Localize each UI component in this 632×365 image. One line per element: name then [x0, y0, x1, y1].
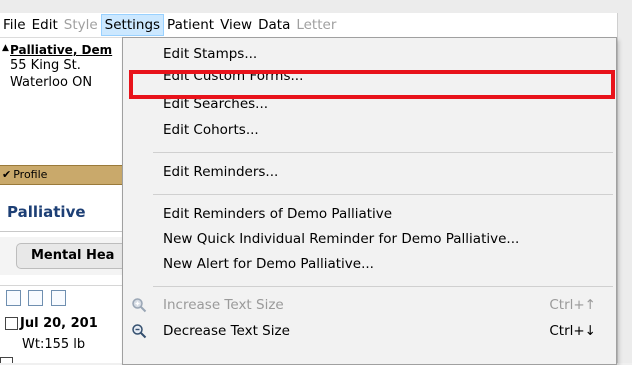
- zoom-in-icon: [132, 298, 147, 313]
- screenshot-background: File Edit Style Settings Patient View Da…: [0, 0, 632, 365]
- add-list-icon[interactable]: [28, 290, 43, 306]
- patient-name[interactable]: Palliative, Dem: [0, 43, 122, 57]
- menu-item-increase-text-size[interactable]: Increase Text Size Ctrl+↑: [123, 294, 616, 316]
- menu-item-decrease-text-size[interactable]: Decrease Text Size Ctrl+↓: [123, 320, 616, 342]
- menu-view[interactable]: View: [217, 14, 255, 36]
- menu-separator: [153, 194, 613, 195]
- patient-address-line2: Waterloo ON: [10, 75, 93, 90]
- row-checkbox[interactable]: [0, 357, 13, 363]
- menu-item-new-alert[interactable]: New Alert for Demo Palliative...: [123, 253, 616, 275]
- menu-item-edit-reminders-patient[interactable]: Edit Reminders of Demo Palliative: [123, 203, 616, 225]
- menu-file[interactable]: File: [0, 14, 29, 36]
- menu-patient[interactable]: Patient: [164, 14, 217, 36]
- menu-letter[interactable]: Letter: [293, 14, 339, 36]
- menu-separator: [153, 152, 613, 153]
- note-date: Jul 20, 201: [20, 316, 98, 331]
- menu-data[interactable]: Data: [255, 14, 293, 36]
- section-title: Palliative: [7, 203, 86, 221]
- zoom-out-icon: [132, 324, 147, 339]
- menu-item-edit-cohorts[interactable]: Edit Cohorts...: [123, 119, 616, 141]
- patient-address-line1: 55 King St.: [10, 58, 81, 73]
- checkmark-icon: ✔: [2, 168, 12, 181]
- menu-bar: File Edit Style Settings Patient View Da…: [0, 13, 617, 38]
- menu-item-new-quick-reminder[interactable]: New Quick Individual Reminder for Demo P…: [123, 228, 616, 250]
- menu-item-edit-reminders[interactable]: Edit Reminders...: [123, 161, 616, 183]
- menu-style[interactable]: Style: [61, 14, 101, 36]
- menu-separator: [153, 286, 613, 287]
- note-weight: Wt:155 lb: [22, 337, 86, 352]
- menu-edit[interactable]: Edit: [29, 14, 61, 36]
- patient-info: ▲ Palliative, Dem 55 King St. Waterloo O…: [0, 39, 122, 149]
- profile-label: Profile: [13, 168, 48, 181]
- menu-item-edit-stamps[interactable]: Edit Stamps...: [123, 43, 616, 65]
- note-checkbox[interactable]: [5, 317, 18, 330]
- add-item-icon[interactable]: [51, 290, 66, 306]
- annotation-highlight-box: [129, 70, 615, 99]
- note-entry[interactable]: Jul 20, 201: [5, 316, 98, 331]
- collapse-caret-icon[interactable]: ▲: [2, 43, 9, 53]
- new-document-icon[interactable]: [6, 290, 21, 306]
- menu-settings[interactable]: Settings: [100, 14, 165, 36]
